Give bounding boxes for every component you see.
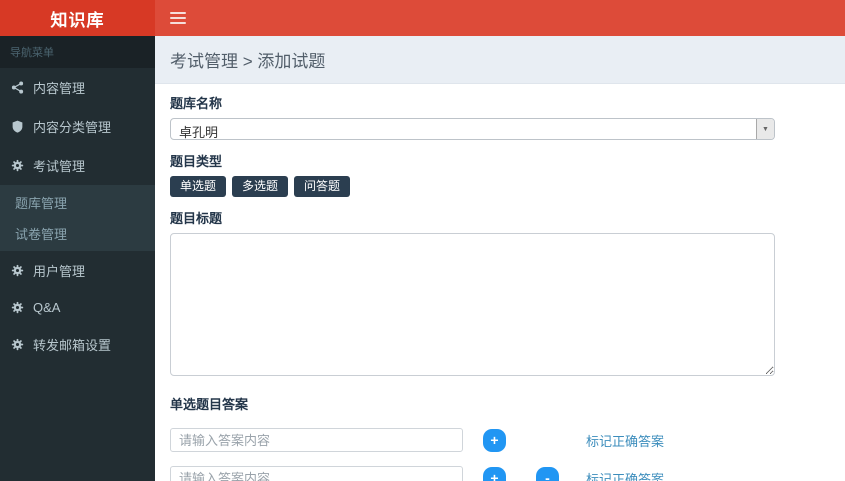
sidebar-item-forward-mailbox-settings[interactable]: 转发邮箱设置 (0, 325, 155, 364)
single-choice-button[interactable]: 单选题 (170, 176, 227, 197)
sidebar-section-label: 导航菜单 (0, 36, 155, 68)
gear-icon (11, 264, 25, 278)
sidebar-item-label: Q&A (33, 300, 61, 315)
answer-row: + 标记正确答案 (170, 428, 830, 452)
sidebar-item-content-category-management[interactable]: 内容分类管理 (0, 107, 155, 146)
gear-icon (11, 159, 25, 173)
sidebar-item-content-management[interactable]: 内容管理 (0, 68, 155, 107)
sidebar-item-label: 转发邮箱设置 (33, 338, 112, 353)
qa-question-button[interactable]: 问答题 (294, 176, 351, 197)
question-title-textarea[interactable] (170, 233, 775, 376)
question-type-label: 题目类型 (170, 154, 223, 169)
add-question-form: 题库名称 卓孔明 ▼ 题目类型 单选题 多选题 问答题 题目标题 单选题目答案 … (155, 84, 845, 481)
question-bank-selected-value: 卓孔明 (179, 125, 219, 140)
sidebar-item-label: 内容管理 (33, 81, 86, 96)
sidebar-item-qa[interactable]: Q&A (0, 290, 155, 325)
sidebar-subitem-test-paper-management[interactable]: 试卷管理 (0, 218, 155, 249)
sidebar-item-label: 内容分类管理 (33, 120, 112, 135)
answer-input-1[interactable] (170, 428, 463, 452)
sidebar-item-user-management[interactable]: 用户管理 (0, 251, 155, 290)
single-choice-answers-label: 单选题目答案 (170, 397, 249, 412)
remove-answer-button[interactable]: - (536, 466, 559, 481)
top-header: 知识库 (0, 0, 845, 36)
answer-input-2[interactable] (170, 466, 463, 481)
add-answer-button[interactable]: + (483, 466, 506, 481)
gear-icon (11, 338, 25, 352)
sidebar-subitem-question-bank-management[interactable]: 题库管理 (0, 187, 155, 218)
add-answer-button[interactable]: + (483, 428, 506, 452)
exam-management-submenu: 题库管理 试卷管理 (0, 185, 155, 251)
share-nodes-icon (11, 80, 25, 95)
sidebar-item-exam-management[interactable]: 考试管理 (0, 146, 155, 185)
question-title-label: 题目标题 (170, 211, 223, 226)
breadcrumb: 考试管理 > 添加试题 (155, 36, 845, 84)
multiple-choice-button[interactable]: 多选题 (232, 176, 289, 197)
sidebar: 导航菜单 内容管理 内容分类管理 考试管理 题库管理 试卷管理 用户管理 Q&A (0, 36, 155, 481)
mark-correct-answer-link-1[interactable]: 标记正确答案 (586, 431, 664, 450)
select-caret-icon[interactable]: ▼ (756, 119, 774, 139)
question-type-buttons: 单选题 多选题 问答题 (170, 176, 830, 197)
answer-row: + - 标记正确答案 (170, 466, 830, 481)
main-content: 考试管理 > 添加试题 题库名称 卓孔明 ▼ 题目类型 单选题 多选题 问答题 … (155, 36, 845, 481)
sidebar-item-label: 考试管理 (33, 159, 86, 174)
question-bank-label: 题库名称 (170, 96, 223, 111)
app-logo[interactable]: 知识库 (0, 0, 155, 36)
question-bank-select[interactable]: 卓孔明 ▼ (170, 118, 775, 140)
mark-correct-answer-link-2[interactable]: 标记正确答案 (586, 469, 664, 481)
sidebar-item-label: 用户管理 (33, 264, 86, 279)
hamburger-menu-icon[interactable] (170, 12, 186, 24)
shield-icon (11, 120, 25, 134)
gear-icon (11, 301, 25, 315)
top-navbar (155, 0, 845, 36)
